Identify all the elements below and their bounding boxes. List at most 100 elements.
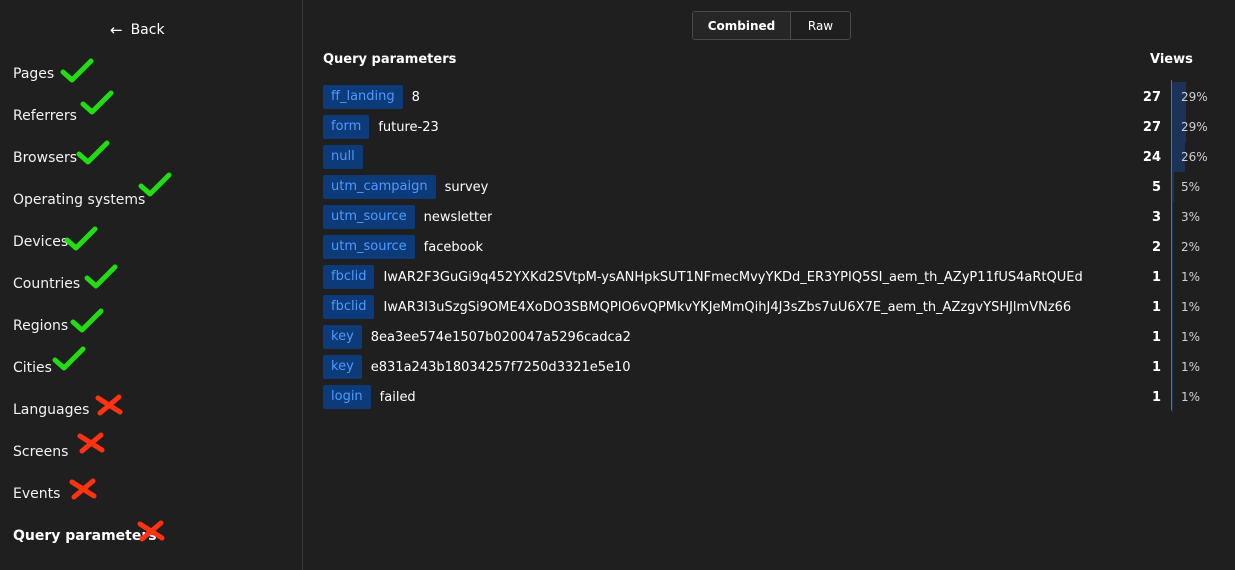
views-count: 1 bbox=[1151, 329, 1161, 345]
sidebar-item-countries[interactable]: Countries bbox=[13, 276, 80, 292]
column-divider bbox=[1171, 80, 1172, 410]
param-cell: fbclid IwAR3I3uSzgSi9OME4XoDO3SBMQPIO6vQ… bbox=[323, 295, 1105, 319]
check-mark-icon bbox=[138, 172, 172, 202]
param-value: newsletter bbox=[423, 209, 493, 225]
views-percent: 29% bbox=[1181, 120, 1208, 134]
views-percent: 1% bbox=[1181, 360, 1201, 374]
param-value: survey bbox=[444, 179, 489, 195]
views-count: 27 bbox=[1142, 89, 1161, 105]
views-share-cell: 29% bbox=[1171, 82, 1223, 112]
table-row: utm_campaign survey 5 5% bbox=[323, 172, 1223, 202]
cross-mark-icon bbox=[76, 432, 106, 458]
back-button[interactable]: ← Back bbox=[110, 22, 165, 38]
sidebar-item-regions[interactable]: Regions bbox=[13, 318, 68, 334]
param-cell: key e831a243b18034257f7250d3321e5e10 bbox=[323, 355, 1105, 379]
param-value: 8ea3ee574e1507b020047a5296cadca2 bbox=[370, 329, 631, 345]
views-percent: 1% bbox=[1181, 270, 1201, 284]
param-cell: utm_campaign survey bbox=[323, 175, 1105, 199]
cross-mark-icon bbox=[136, 520, 166, 546]
table-row: key e831a243b18034257f7250d3321e5e10 1 1… bbox=[323, 352, 1223, 382]
sidebar-item-pages[interactable]: Pages bbox=[13, 66, 54, 82]
param-cell: form future-23 bbox=[323, 115, 1105, 139]
toggle-raw-button[interactable]: Raw bbox=[791, 12, 850, 39]
param-cell: utm_source facebook bbox=[323, 235, 1105, 259]
param-key-chip[interactable]: utm_campaign bbox=[323, 175, 436, 199]
sidebar-item-screens[interactable]: Screens bbox=[13, 444, 68, 460]
sidebar-item-referrers[interactable]: Referrers bbox=[13, 108, 77, 124]
sidebar-item-languages[interactable]: Languages bbox=[13, 402, 89, 418]
views-percent: 2% bbox=[1181, 240, 1201, 254]
views-percent: 26% bbox=[1181, 150, 1208, 164]
views-share-cell: 1% bbox=[1171, 352, 1223, 382]
param-value: e831a243b18034257f7250d3321e5e10 bbox=[370, 359, 631, 375]
views-share-cell: 26% bbox=[1171, 142, 1223, 172]
param-key-chip[interactable]: null bbox=[323, 145, 363, 169]
param-key-chip[interactable]: fbclid bbox=[323, 265, 375, 289]
param-cell: login failed bbox=[323, 385, 1105, 409]
param-cell: ff_landing 8 bbox=[323, 85, 1105, 109]
views-percent: 1% bbox=[1181, 330, 1201, 344]
column-header-views: Views bbox=[1150, 52, 1193, 67]
table-row: key 8ea3ee574e1507b020047a5296cadca2 1 1… bbox=[323, 322, 1223, 352]
views-percent: 1% bbox=[1181, 390, 1201, 404]
param-key-chip[interactable]: utm_source bbox=[323, 205, 415, 229]
param-value: IwAR2F3GuGi9q452YXKd2SVtpM-ysANHpkSUT1NF… bbox=[383, 269, 1083, 285]
cross-mark-icon bbox=[68, 478, 98, 504]
param-key-chip[interactable]: key bbox=[323, 325, 362, 349]
views-share-cell: 1% bbox=[1171, 382, 1223, 412]
views-share-cell: 1% bbox=[1171, 292, 1223, 322]
param-key-chip[interactable]: login bbox=[323, 385, 371, 409]
views-percent: 29% bbox=[1181, 90, 1208, 104]
cross-mark-icon bbox=[94, 394, 124, 420]
table-row: login failed 1 1% bbox=[323, 382, 1223, 412]
toggle-combined-button[interactable]: Combined bbox=[693, 12, 791, 39]
sidebar-item-events[interactable]: Events bbox=[13, 486, 60, 502]
param-cell: null bbox=[323, 145, 1105, 169]
param-key-chip[interactable]: form bbox=[323, 115, 370, 139]
table-row: utm_source facebook 2 2% bbox=[323, 232, 1223, 262]
views-count: 5 bbox=[1151, 179, 1161, 195]
views-share-cell: 29% bbox=[1171, 112, 1223, 142]
sidebar-item-browsers[interactable]: Browsers bbox=[13, 150, 77, 166]
sidebar-item-devices[interactable]: Devices bbox=[13, 234, 68, 250]
views-share-cell: 5% bbox=[1171, 172, 1223, 202]
views-count: 27 bbox=[1142, 119, 1161, 135]
table-row: utm_source newsletter 3 3% bbox=[323, 202, 1223, 232]
views-percent: 5% bbox=[1181, 180, 1201, 194]
param-key-chip[interactable]: fbclid bbox=[323, 295, 375, 319]
check-mark-icon bbox=[60, 58, 94, 88]
param-value: future-23 bbox=[378, 119, 439, 135]
check-mark-icon bbox=[64, 226, 98, 256]
param-key-chip[interactable]: ff_landing bbox=[323, 85, 403, 109]
views-percent: 3% bbox=[1181, 210, 1201, 224]
views-share-cell: 2% bbox=[1171, 232, 1223, 262]
param-key-chip[interactable]: key bbox=[323, 355, 362, 379]
views-share-cell: 1% bbox=[1171, 262, 1223, 292]
views-percent: 1% bbox=[1181, 300, 1201, 314]
param-value: IwAR3I3uSzgSi9OME4XoDO3SBMQPIO6vQPMkvYKJ… bbox=[383, 299, 1072, 315]
views-count: 24 bbox=[1142, 149, 1161, 165]
view-toggle: Combined Raw bbox=[692, 11, 851, 40]
table-row: fbclid IwAR3I3uSzgSi9OME4XoDO3SBMQPIO6vQ… bbox=[323, 292, 1223, 322]
back-label: Back bbox=[130, 22, 165, 38]
param-value: failed bbox=[379, 389, 416, 405]
check-mark-icon bbox=[52, 346, 86, 376]
table-row: null 24 26% bbox=[323, 142, 1223, 172]
views-count: 1 bbox=[1151, 269, 1161, 285]
app: ← Back Pages Referrers Browsers Operating s… bbox=[0, 0, 1235, 570]
sidebar-item-operating-systems[interactable]: Operating systems bbox=[13, 192, 145, 208]
query-parameters-table: ff_landing 8 27 29% form future-23 27 29… bbox=[323, 82, 1223, 412]
param-value: facebook bbox=[423, 239, 484, 255]
param-key-chip[interactable]: utm_source bbox=[323, 235, 415, 259]
check-mark-icon bbox=[80, 90, 114, 120]
views-count: 1 bbox=[1151, 299, 1161, 315]
table-row: form future-23 27 29% bbox=[323, 112, 1223, 142]
table-row: ff_landing 8 27 29% bbox=[323, 82, 1223, 112]
views-count: 2 bbox=[1151, 239, 1161, 255]
table-row: fbclid IwAR2F3GuGi9q452YXKd2SVtpM-ysANHp… bbox=[323, 262, 1223, 292]
views-count: 1 bbox=[1151, 389, 1161, 405]
column-header-query-parameters: Query parameters bbox=[323, 52, 457, 67]
check-mark-icon bbox=[76, 140, 110, 170]
views-count: 3 bbox=[1151, 209, 1161, 225]
sidebar-item-cities[interactable]: Cities bbox=[13, 360, 52, 376]
